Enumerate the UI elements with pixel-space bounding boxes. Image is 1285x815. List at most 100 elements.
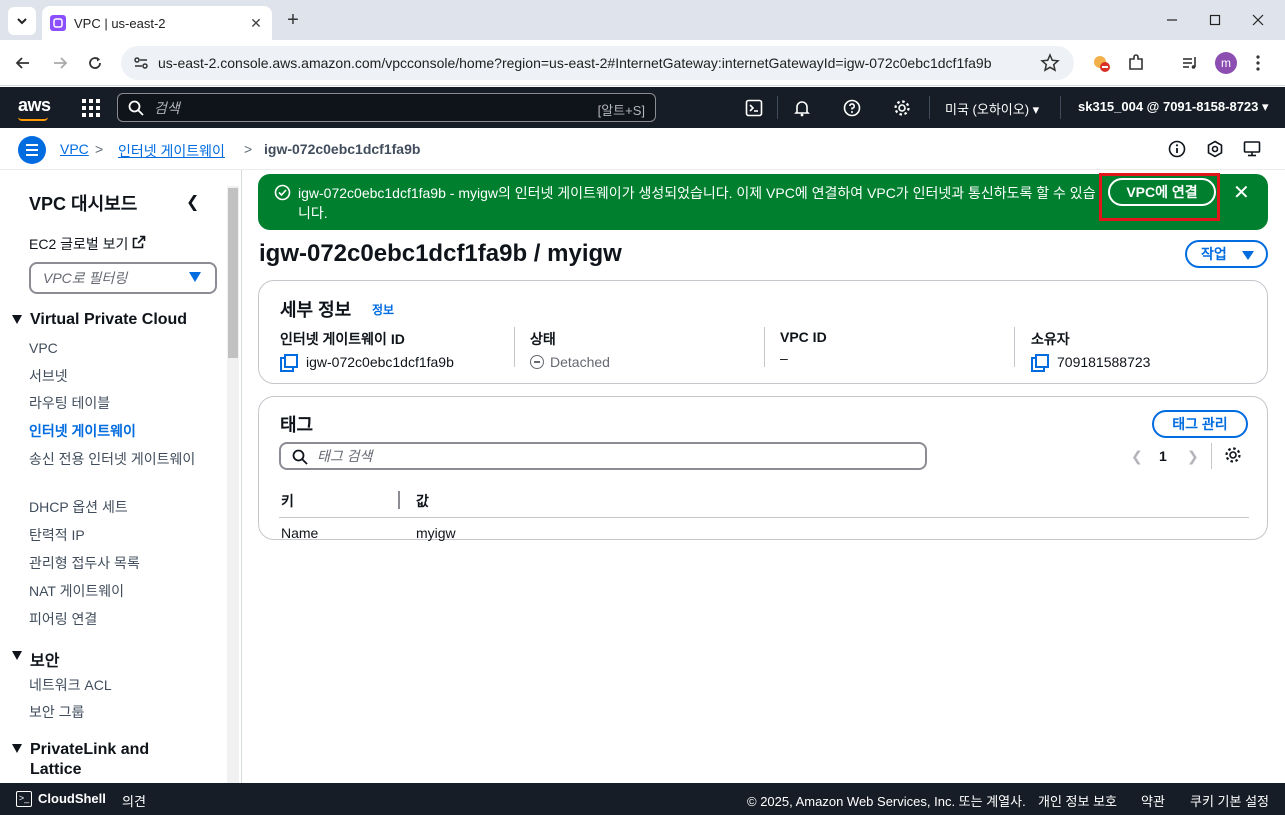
sidebar-item-nat-gateways[interactable]: NAT 게이트웨이 (29, 581, 201, 601)
vpc-favicon-icon (50, 15, 66, 31)
info-circle-icon[interactable] (1168, 140, 1186, 158)
sidebar-item-route-tables[interactable]: 라우팅 테이블 (29, 393, 201, 413)
close-tab-icon[interactable]: ✕ (246, 13, 266, 33)
footer-terms[interactable]: 약관 (1141, 791, 1165, 810)
detail-igw-id: 인터넷 게이트웨이 ID igw-072c0ebc1dcf1fa9b (280, 329, 454, 372)
detail-vpc-id: VPC ID – (780, 329, 827, 366)
breadcrumb-vpc[interactable]: VPC (60, 141, 89, 157)
detail-label: 인터넷 게이트웨이 ID (280, 331, 405, 347)
browser-toolbar: us-east-2.console.aws.amazon.com/vpccons… (0, 40, 1285, 86)
services-grid-icon[interactable] (82, 99, 100, 117)
notifications-bell-icon[interactable] (792, 98, 812, 118)
page-number[interactable]: 1 (1159, 448, 1167, 464)
reload-icon[interactable] (83, 51, 107, 75)
close-flash-icon[interactable]: ✕ (1233, 180, 1250, 205)
caret-down-icon (1242, 251, 1254, 260)
feedback-screen-icon[interactable] (1243, 140, 1261, 158)
profile-avatar[interactable]: m (1215, 52, 1237, 74)
column-resize-handle[interactable] (398, 491, 400, 509)
expand-triangle-icon (12, 315, 22, 324)
footer-cloudshell[interactable]: CloudShell (38, 791, 106, 806)
actions-label: 작업 (1201, 246, 1227, 262)
details-info-link[interactable]: 정보 (372, 301, 394, 318)
sidebar-title[interactable]: VPC 대시보드 (29, 190, 137, 216)
maximize-icon[interactable] (1203, 8, 1227, 32)
tab-search-button[interactable] (8, 7, 36, 35)
actions-dropdown-button[interactable]: 작업 (1185, 240, 1268, 268)
sidebar-ec2-global-view[interactable]: EC2 글로벌 보기 (29, 234, 146, 254)
forward-arrow-icon[interactable] (48, 51, 72, 75)
external-link-icon (133, 235, 146, 249)
chevron-down-icon (17, 18, 27, 25)
column-divider (764, 327, 765, 367)
next-page-icon[interactable]: ❯ (1187, 448, 1199, 465)
region-selector[interactable]: 미국 (오하이오) ▾ (945, 99, 1039, 118)
success-flash-banner: igw-072c0ebc1dcf1fa9b - myigw의 인터넷 게이트웨이… (258, 173, 1268, 230)
preferences-gear-icon[interactable] (1224, 446, 1242, 464)
table-header-divider (279, 517, 1249, 518)
account-label: sk315_004 @ 7091-8158-8723 (1078, 99, 1259, 114)
sidebar-item-security-groups[interactable]: 보안 그룹 (29, 702, 201, 722)
footer-feedback[interactable]: 의견 (122, 791, 146, 810)
security-hexagon-icon[interactable] (1206, 140, 1224, 158)
column-header-key: 키 (281, 493, 294, 509)
close-window-icon[interactable] (1246, 8, 1270, 32)
settings-gear-icon[interactable] (892, 98, 912, 118)
aws-search-input[interactable]: 검색 [알트+S] (117, 93, 656, 122)
help-icon[interactable] (842, 98, 862, 118)
more-menu-icon[interactable] (1246, 51, 1270, 75)
media-control-icon[interactable] (1178, 51, 1202, 75)
sidebar-item-vpc[interactable]: VPC (29, 338, 201, 358)
copy-icon[interactable] (1031, 354, 1049, 372)
account-menu[interactable]: sk315_004 @ 7091-8158-8723 ▾ (1078, 99, 1269, 115)
sidebar-scroll-thumb[interactable] (228, 188, 238, 358)
manage-tags-button[interactable]: 태그 관리 (1152, 410, 1248, 438)
detail-value: Detached (550, 354, 610, 370)
minimize-icon[interactable] (1160, 8, 1184, 32)
tab-title: VPC | us-east-2 (74, 15, 166, 31)
tag-search-input[interactable]: 태그 검색 (279, 442, 927, 470)
sidebar-section-vpc[interactable]: Virtual Private Cloud (12, 311, 187, 329)
copy-icon[interactable] (280, 354, 298, 372)
nav-menu-button[interactable] (18, 136, 46, 164)
side-navigation: VPC 대시보드 ❮ EC2 글로벌 보기 VPC로 필터링 Virtual P… (0, 170, 242, 783)
new-tab-button[interactable]: + (281, 8, 305, 32)
flash-message: igw-072c0ebc1dcf1fa9b - myigw의 인터넷 게이트웨이… (298, 185, 1096, 221)
collapse-sidebar-icon[interactable]: ❮ (186, 192, 199, 212)
expand-triangle-icon (12, 744, 22, 753)
cloudshell-icon[interactable] (744, 98, 764, 118)
sidebar-item-dhcp-options[interactable]: DHCP 옵션 세트 (29, 497, 201, 517)
search-icon (128, 100, 144, 116)
footer-cookies[interactable]: 쿠키 기본 설정 (1190, 791, 1269, 810)
address-bar[interactable]: us-east-2.console.aws.amazon.com/vpccons… (121, 46, 1074, 80)
console-footer: >_ CloudShell 의견 © 2025, Amazon Web Serv… (0, 783, 1285, 815)
detail-label: 상태 (530, 331, 556, 347)
sidebar-section-security[interactable]: 보안 (12, 647, 59, 671)
sidebar-item-subnets[interactable]: 서브넷 (29, 366, 201, 386)
footer-privacy[interactable]: 개인 정보 보호 (1038, 791, 1117, 810)
extension-blocked-icon[interactable] (1089, 51, 1113, 75)
breadcrumb-internet-gateways[interactable]: 인터넷 게이트웨이 (118, 141, 225, 161)
sidebar-item-egress-only-igw[interactable]: 송신 전용 인터넷 게이트웨이 (29, 449, 201, 469)
back-arrow-icon[interactable] (11, 51, 35, 75)
extensions-puzzle-icon[interactable] (1124, 51, 1148, 75)
aws-logo[interactable]: aws (18, 95, 51, 116)
sidebar-item-elastic-ip[interactable]: 탄력적 IP (29, 525, 201, 545)
sidebar-section-privatelink[interactable]: PrivateLink and Lattice (12, 740, 172, 780)
sidebar-item-network-acl[interactable]: 네트워크 ACL (29, 675, 201, 695)
pager-divider (1211, 443, 1212, 469)
browser-tab[interactable]: VPC | us-east-2 ✕ (42, 6, 272, 40)
sidebar-item-peering[interactable]: 피어링 연결 (29, 609, 201, 629)
site-settings-icon[interactable] (133, 55, 149, 71)
sidebar-filter-select[interactable]: VPC로 필터링 (29, 262, 217, 294)
search-shortcut-hint: [알트+S] (597, 103, 645, 118)
bookmark-star-icon[interactable] (1040, 53, 1060, 73)
sidebar-item-prefix-lists[interactable]: 관리형 접두사 목록 (29, 553, 201, 573)
breadcrumb-bar: VPC > 인터넷 게이트웨이 > igw-072c0ebc1dcf1fa9b (0, 128, 1285, 170)
sidebar-item-internet-gateways[interactable]: 인터넷 게이트웨이 (29, 421, 201, 441)
detail-label: 소유자 (1031, 331, 1070, 347)
search-icon (292, 449, 308, 465)
column-divider (1014, 327, 1015, 367)
prev-page-icon[interactable]: ❮ (1131, 448, 1143, 465)
cloudshell-terminal-icon[interactable]: >_ (16, 791, 32, 807)
